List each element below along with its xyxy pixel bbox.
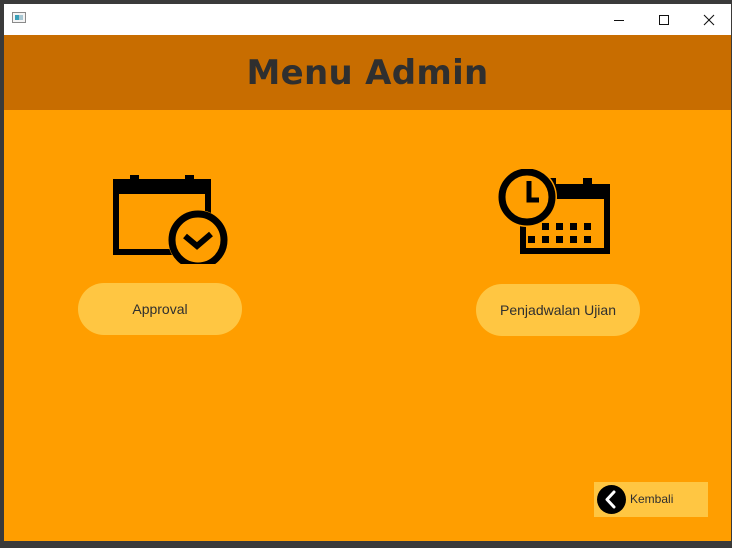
header-bar: Menu Admin	[4, 35, 731, 110]
back-button-label: Kembali	[630, 492, 674, 506]
calendar-clock-icon	[497, 169, 610, 254]
title-bar	[4, 4, 731, 35]
app-window: Menu Admin Approval Penjadwalan Ujian Ke…	[4, 4, 731, 541]
chevron-left-icon	[597, 485, 626, 514]
approval-button[interactable]: Approval	[78, 283, 242, 335]
maximize-icon	[659, 14, 669, 25]
minimize-icon	[614, 19, 624, 21]
minimize-button[interactable]	[596, 4, 642, 35]
back-button[interactable]: Kembali	[594, 482, 708, 517]
close-icon	[703, 14, 715, 25]
app-window-icon	[12, 12, 26, 23]
maximize-button[interactable]	[641, 4, 687, 35]
calendar-check-icon	[113, 175, 228, 264]
exam-schedule-button[interactable]: Penjadwalan Ujian	[476, 284, 640, 336]
close-button[interactable]	[686, 4, 731, 35]
page-title: Menu Admin	[246, 52, 489, 93]
